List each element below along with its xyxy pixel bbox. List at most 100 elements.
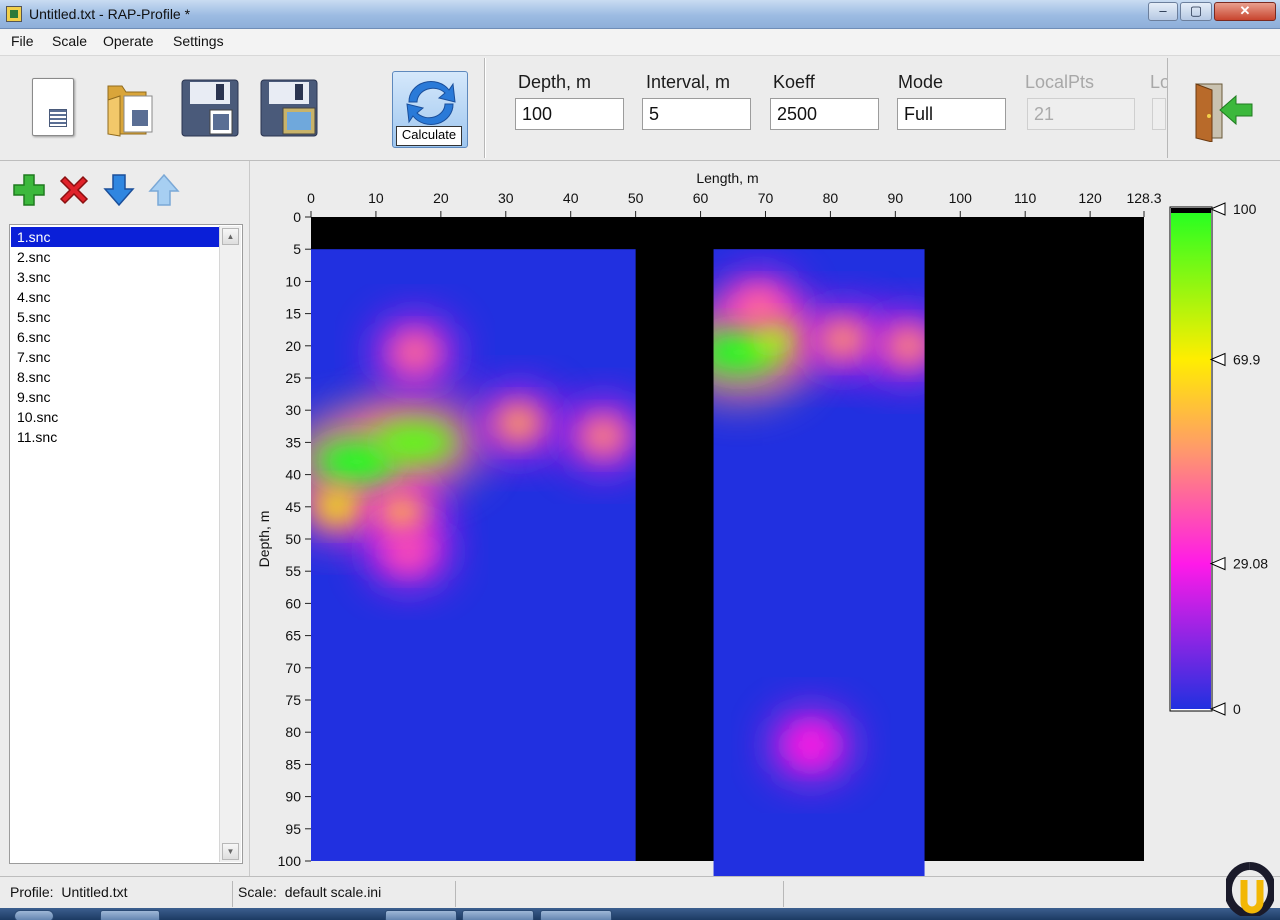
delete-icon [59,175,89,205]
refresh-icon [406,81,456,125]
status-scale: Scale: default scale.ini [233,881,456,907]
y-tick-label: 80 [285,724,301,740]
toolbar: Calculate Depth, m Interval, m Koeff Mod… [0,56,1280,161]
x-tick-label: 10 [368,190,384,206]
taskbar-item[interactable] [385,910,457,920]
y-tick-label: 60 [285,595,301,611]
start-button[interactable] [14,910,54,920]
x-tick-label: 90 [888,190,904,206]
colorbar-marker [1209,352,1226,367]
menu-operate[interactable]: Operate [103,33,154,49]
anomaly-core [496,405,541,442]
save-button[interactable] [180,78,240,138]
file-list-item[interactable]: 6.snc [11,327,219,347]
menu-file[interactable]: File [11,33,34,49]
x-tick-label: 70 [758,190,774,206]
y-tick-label: 90 [285,789,301,805]
file-list[interactable]: ▲ ▼ 1.snc 2.snc 3.snc 4.snc 5.snc 6.snc 7.snc 8… [9,224,243,864]
y-tick-label: 65 [285,628,301,644]
taskbar-item[interactable] [540,910,612,920]
x-tick-label: 30 [498,190,514,206]
file-list-item[interactable]: 4.snc [11,287,219,307]
x-tick-label: 0 [307,190,315,206]
x-tick-label: 120 [1078,190,1102,206]
mode-label: Mode [898,72,944,92]
y-tick-label: 30 [285,402,301,418]
taskbar-item[interactable] [100,910,160,920]
x-tick-label: 60 [693,190,709,206]
window-title: Untitled.txt - RAP-Profile * [29,6,191,22]
floppy-disk-icon [181,79,239,137]
menu-settings[interactable]: Settings [173,33,224,49]
menu-scale[interactable]: Scale [52,33,87,49]
save-as-icon [260,79,318,137]
localpts-label: LocalPts [1025,72,1095,92]
exit-button[interactable] [1190,78,1256,143]
profile-chart[interactable]: Length, m0 10 20 30 40 50 60 70 80 90 100 110 120 128… [250,161,1280,876]
move-down-button[interactable] [102,173,136,207]
x-tick-label: 50 [628,190,644,206]
mode-input[interactable] [897,98,1006,130]
folder-icon [107,85,153,137]
file-list-item[interactable]: 3.snc [11,267,219,287]
save-as-button[interactable] [259,78,319,138]
y-tick-label: 15 [285,306,301,322]
status-profile-value: Untitled.txt [61,884,128,900]
file-list-item[interactable]: 5.snc [11,307,219,327]
file-list-scrollbar[interactable]: ▲ ▼ [219,226,241,862]
arrow-up-icon [148,173,180,206]
file-list-item[interactable]: 9.snc [11,387,219,407]
depth-input[interactable] [515,98,624,130]
remove-file-button[interactable] [57,173,91,207]
anomaly-core [736,289,781,326]
add-file-button[interactable] [12,173,46,207]
taskbar-item[interactable] [462,910,534,920]
x-tick-label: 40 [563,190,579,206]
profile-plot[interactable]: Length, m 0 10 20 30 40 50 60 70 80 90 100 110 120 128… [250,161,1280,876]
file-list-item[interactable]: 10.snc [11,407,219,427]
status-scale-value: default scale.ini [284,884,382,900]
anomaly-core [749,321,794,358]
arrow-down-icon [103,174,135,207]
file-list-item[interactable]: 2.snc [11,247,219,267]
scroll-down-arrow[interactable]: ▼ [222,843,239,860]
status-scale-label: Scale: [238,884,277,900]
interval-label: Interval, m [646,72,731,92]
anomaly-core [386,533,431,570]
open-file-button[interactable] [106,76,158,138]
colorbar-marker [1209,556,1226,571]
status-profile: Profile: Untitled.txt [0,881,233,907]
y-tick-label: 25 [285,370,301,386]
x-tick-label: 80 [823,190,839,206]
status-profile-label: Profile: [10,884,54,900]
file-list-item[interactable]: 8.snc [11,367,219,387]
anomaly-core [392,334,437,371]
scroll-up-arrow[interactable]: ▲ [222,228,239,245]
koeff-input[interactable] [770,98,879,130]
file-list-item[interactable]: 1.snc [11,227,219,247]
move-up-button[interactable] [147,173,181,207]
y-tick-label: 45 [285,499,301,515]
interval-input[interactable] [642,98,751,130]
colorbar [1171,209,1211,709]
new-document-icon [32,78,74,136]
x-tick-label: 128.3 [1126,190,1161,206]
y-tick-label: 0 [293,209,301,225]
minimize-button[interactable]: – [1148,2,1178,21]
exit-door-icon [1195,83,1253,143]
title-bar: Untitled.txt - RAP-Profile * – ▢ ✕ [0,0,1280,29]
maximize-button[interactable]: ▢ [1180,2,1212,21]
taskbar [0,908,1280,920]
y-tick-label: 20 [285,338,301,354]
anomaly-core [788,727,833,764]
file-list-item[interactable]: 7.snc [11,347,219,367]
new-file-button[interactable] [29,76,77,138]
calculate-button[interactable]: Calculate [392,71,468,148]
plus-icon [13,174,45,206]
file-list-item[interactable]: 11.snc [11,427,219,447]
koeff-label: Koeff [773,72,815,92]
anomaly-core [314,488,359,525]
close-button[interactable]: ✕ [1214,2,1276,21]
y-tick-label: 70 [285,660,301,676]
y-tick-label: 5 [293,241,301,257]
